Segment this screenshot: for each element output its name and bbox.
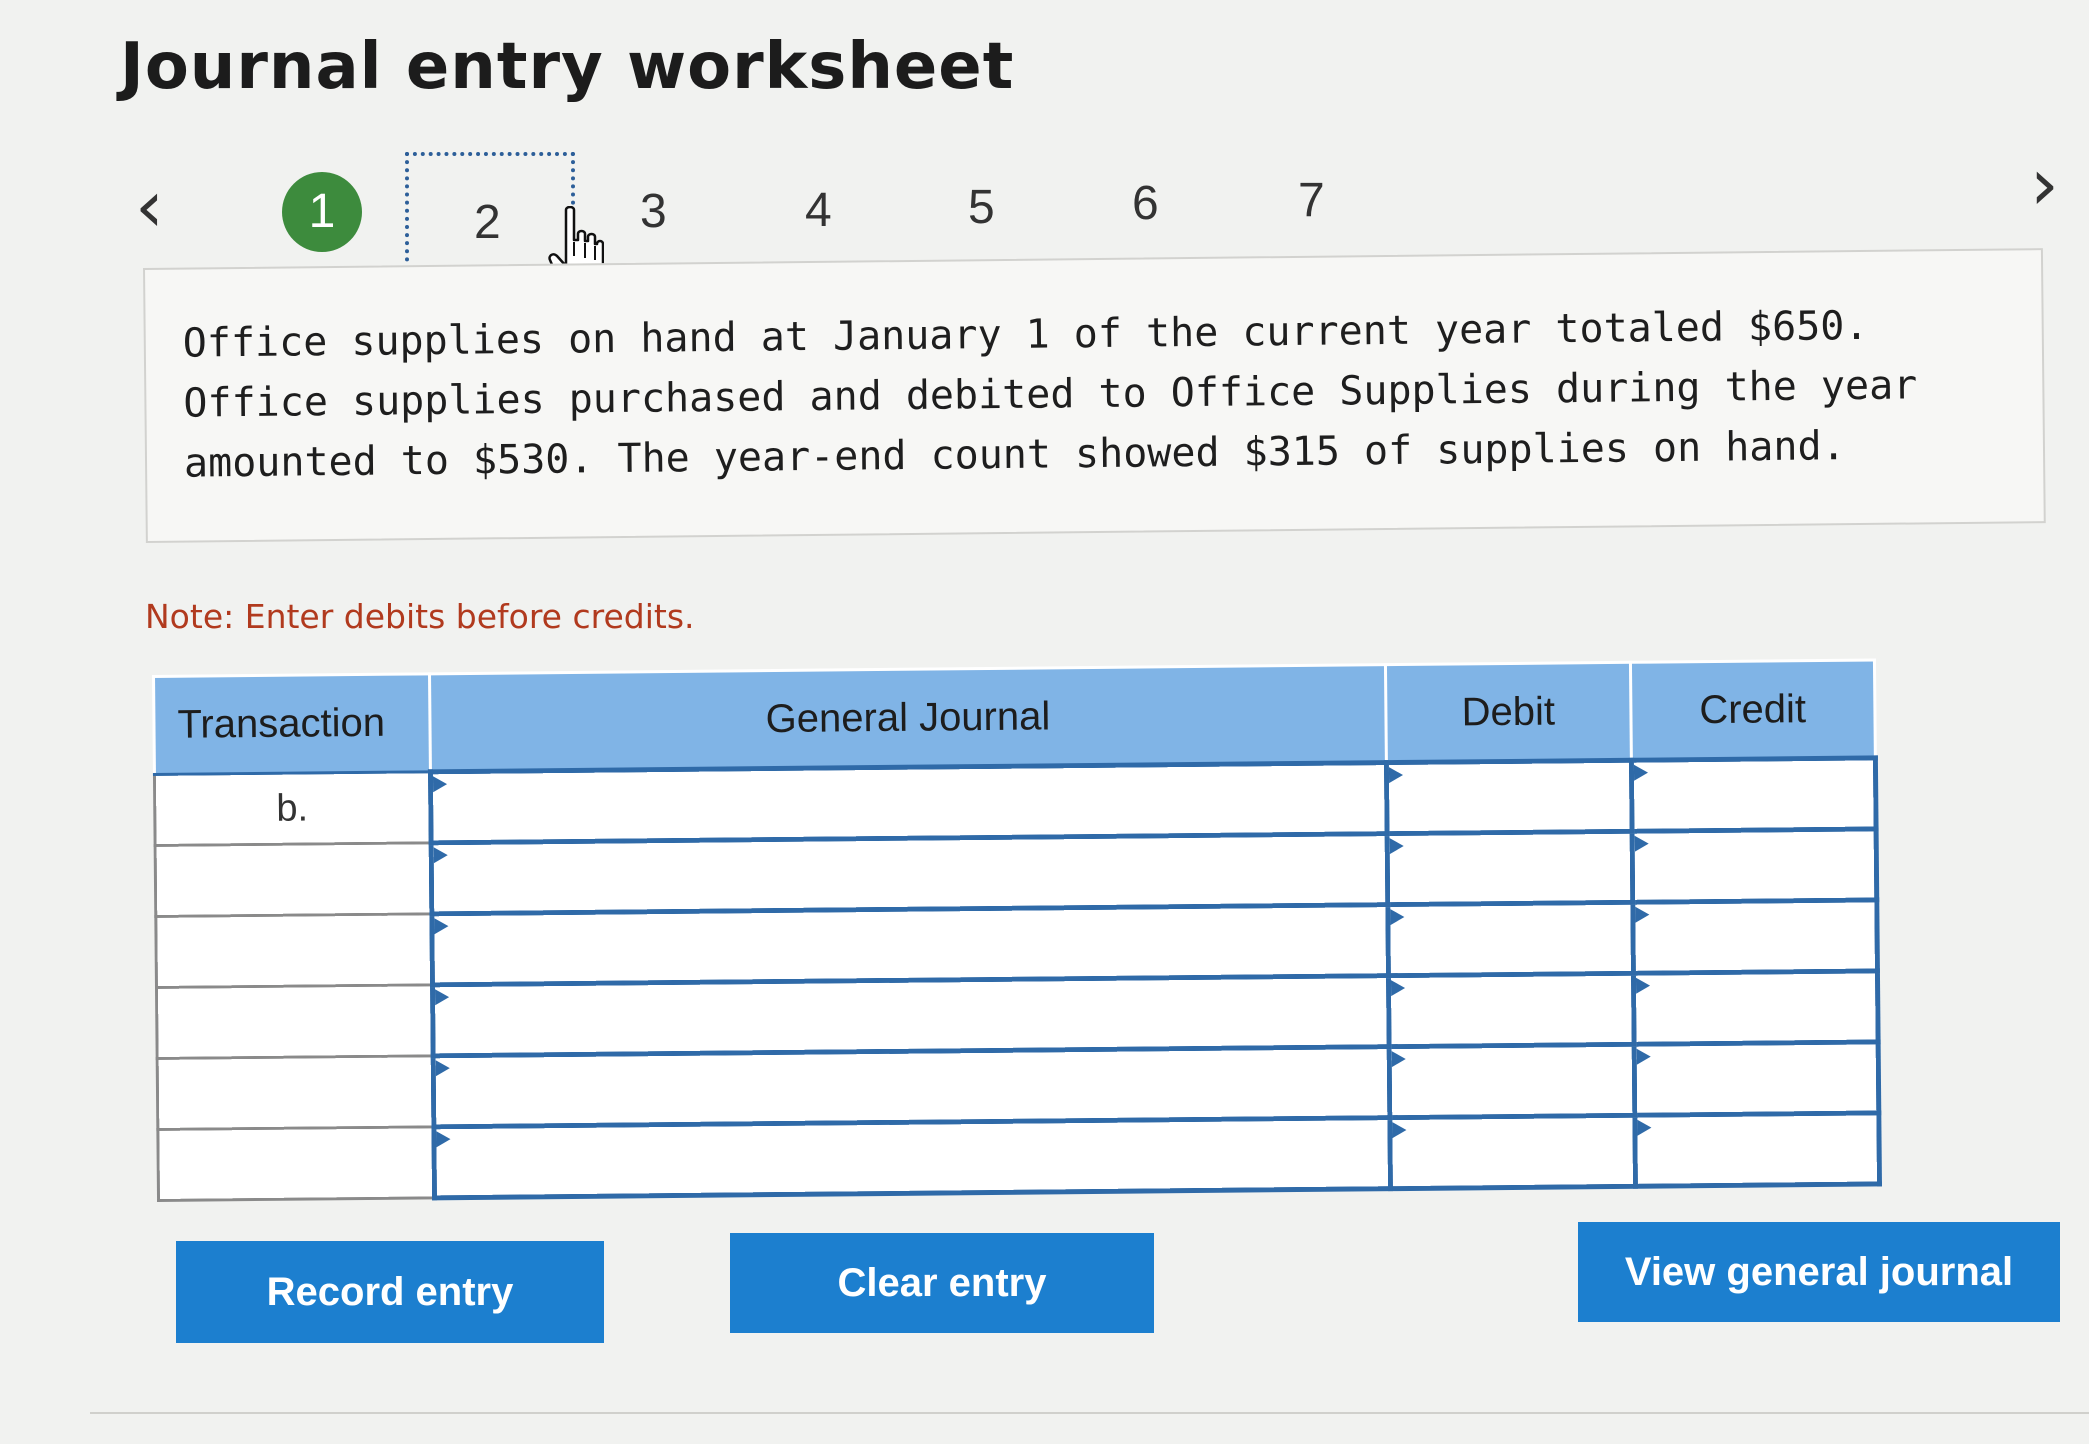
- credit-input[interactable]: [1634, 1112, 1880, 1187]
- transaction-cell: b.: [154, 771, 431, 846]
- credit-input[interactable]: [1630, 757, 1877, 832]
- account-input[interactable]: [432, 975, 1390, 1056]
- transaction-cell: [156, 984, 433, 1059]
- chevron-left-icon[interactable]: ‹: [135, 170, 164, 242]
- account-input[interactable]: [430, 833, 1388, 914]
- step-4[interactable]: 4: [805, 187, 832, 235]
- header-credit: Credit: [1630, 659, 1876, 761]
- account-input[interactable]: [432, 1046, 1391, 1127]
- transaction-cell: [157, 1055, 434, 1130]
- debit-input[interactable]: [1388, 973, 1634, 1047]
- divider: [90, 1412, 2089, 1414]
- chevron-right-icon[interactable]: ›: [2030, 148, 2059, 220]
- credit-input[interactable]: [1631, 828, 1877, 903]
- journal-table: Transaction General Journal Debit Credit…: [152, 658, 1882, 1203]
- debit-input[interactable]: [1389, 1044, 1635, 1118]
- record-entry-button[interactable]: Record entry: [176, 1241, 604, 1343]
- step-3[interactable]: 3: [640, 188, 667, 236]
- credit-input[interactable]: [1632, 899, 1878, 974]
- journal-worksheet-page: Journal entry worksheet ‹ 1 2 3 4 5 6 7 …: [0, 0, 2089, 1444]
- instruction-note: Note: Enter debits before credits.: [145, 597, 695, 636]
- view-general-journal-button[interactable]: View general journal: [1578, 1222, 2060, 1322]
- account-input[interactable]: [433, 1117, 1391, 1198]
- step-2-label: 2: [474, 196, 501, 249]
- debit-input[interactable]: [1390, 1115, 1636, 1189]
- credit-input[interactable]: [1632, 970, 1879, 1045]
- header-debit: Debit: [1385, 662, 1631, 763]
- journal-header-row: Transaction General Journal Debit Credit: [153, 659, 1876, 775]
- account-input[interactable]: [430, 762, 1388, 843]
- step-7[interactable]: 7: [1298, 177, 1325, 225]
- problem-text: Office supplies on hand at January 1 of …: [182, 302, 1918, 487]
- step-6[interactable]: 6: [1132, 180, 1159, 228]
- clear-entry-button[interactable]: Clear entry: [730, 1233, 1154, 1333]
- debit-input[interactable]: [1387, 902, 1633, 976]
- transaction-cell: [155, 913, 433, 988]
- table-row: [157, 1112, 1880, 1201]
- step-5[interactable]: 5: [968, 184, 995, 232]
- debit-input[interactable]: [1386, 760, 1632, 834]
- header-general-journal: General Journal: [429, 664, 1387, 772]
- problem-statement: Office supplies on hand at January 1 of …: [143, 248, 2046, 543]
- credit-input[interactable]: [1633, 1041, 1879, 1116]
- account-input[interactable]: [431, 904, 1389, 985]
- transaction-cell: [155, 842, 432, 917]
- header-transaction: Transaction: [153, 673, 431, 775]
- step-1-completed[interactable]: 1: [282, 172, 362, 252]
- transaction-cell: [157, 1126, 435, 1201]
- debit-input[interactable]: [1387, 831, 1633, 905]
- page-title: Journal entry worksheet: [120, 30, 1015, 104]
